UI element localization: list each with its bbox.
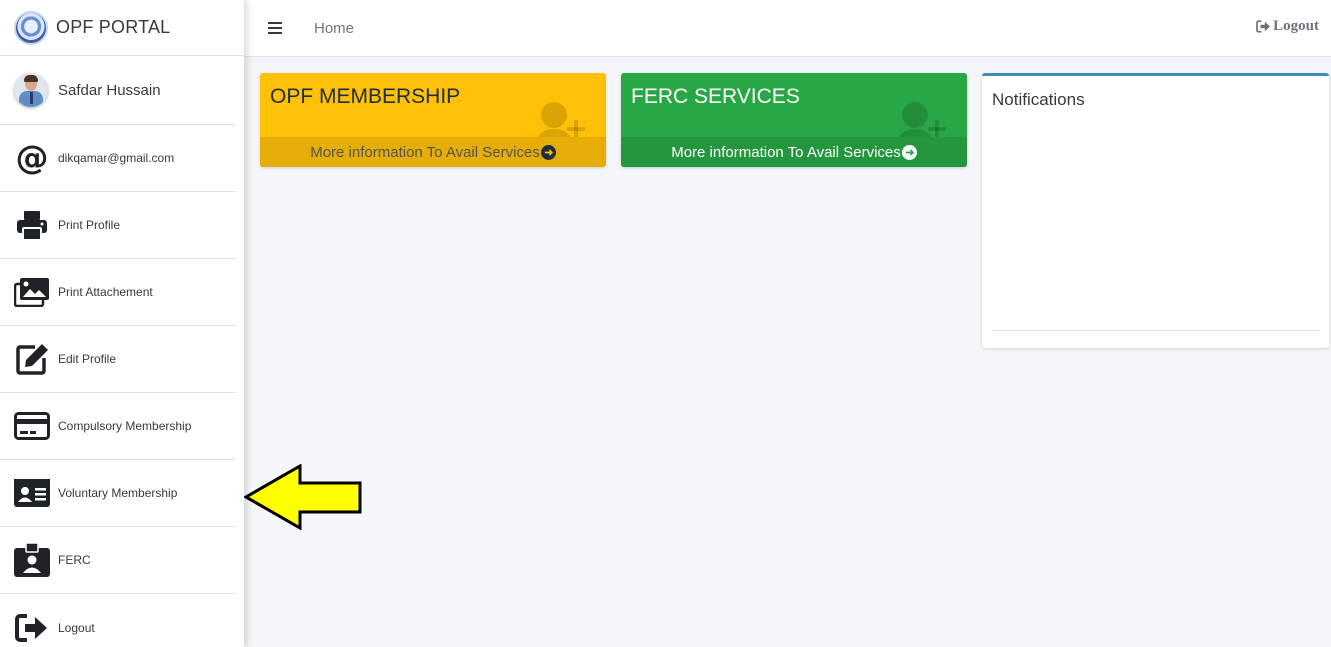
sidebar-item-email[interactable]: @ dikqamar@gmail.com xyxy=(0,125,236,192)
ferc-services-card: FERC SERVICES More information To Avail … xyxy=(621,73,967,167)
annotation-arrow-icon xyxy=(244,464,362,530)
opf-logo-icon xyxy=(14,10,48,45)
brand-title: OPF PORTAL xyxy=(56,17,171,37)
sidebar-item-print-attachement[interactable]: Print Attachement xyxy=(0,259,236,326)
divider xyxy=(992,330,1319,331)
home-link[interactable]: Home xyxy=(314,20,354,37)
notifications-title: Notifications xyxy=(992,90,1085,109)
opf-membership-card: OPF MEMBERSHIP More information To Avail… xyxy=(260,73,606,167)
edit-icon xyxy=(14,341,50,377)
logout-label: Logout xyxy=(1273,18,1319,34)
sidebar-item-label: FERC xyxy=(58,553,91,567)
user-panel[interactable]: Safdar Hussain xyxy=(0,56,236,125)
sidebar-item-print-profile[interactable]: Print Profile xyxy=(0,192,236,259)
card-footer-label: More information To Avail Services xyxy=(310,143,540,161)
svg-text:@: @ xyxy=(16,141,49,175)
sign-out-icon xyxy=(14,610,50,646)
notifications-panel: Notifications xyxy=(982,73,1329,348)
sidebar-item-logout[interactable]: Logout xyxy=(0,594,236,647)
sidebar-item-voluntary-membership[interactable]: Voluntary Membership xyxy=(0,460,236,527)
card-title: FERC SERVICES xyxy=(631,85,800,108)
id-card-icon xyxy=(14,475,50,511)
arrow-circle-right-icon xyxy=(901,144,917,160)
avatar xyxy=(14,73,48,107)
sidebar-item-label: Logout xyxy=(58,620,95,635)
brand[interactable]: OPF PORTAL xyxy=(0,0,244,56)
sidebar-item-email-label: dikqamar@gmail.com xyxy=(58,151,175,165)
sidebar-item-edit-profile[interactable]: Edit Profile xyxy=(0,326,236,393)
sidebar-item-ferc[interactable]: FERC xyxy=(0,527,236,594)
arrow-circle-right-icon xyxy=(540,144,556,160)
user-name: Safdar Hussain xyxy=(58,81,161,99)
sidebar-item-label: Compulsory Membership xyxy=(58,419,192,433)
sidebar-item-compulsory-membership[interactable]: Compulsory Membership xyxy=(0,393,236,460)
topbar: Home Logout xyxy=(244,0,1331,57)
menu-toggle-icon[interactable] xyxy=(268,22,282,34)
sidebar-item-label: Print Attachement xyxy=(58,285,153,299)
sidebar-item-label: Edit Profile xyxy=(58,352,117,366)
credit-card-icon xyxy=(14,408,50,444)
sidebar: OPF PORTAL Safdar Hussain @ dikqamar@gma… xyxy=(0,0,244,647)
print-icon xyxy=(14,207,50,243)
card-title: OPF MEMBERSHIP xyxy=(270,85,461,108)
at-icon: @ xyxy=(14,140,50,176)
ferc-services-more-info-link[interactable]: More information To Avail Services xyxy=(621,137,967,167)
sidebar-item-label: Print Profile xyxy=(58,218,121,232)
images-icon xyxy=(14,274,50,310)
sign-out-icon xyxy=(1256,20,1271,33)
logout-link[interactable]: Logout xyxy=(1256,18,1319,35)
sidebar-item-label: Voluntary Membership xyxy=(58,486,178,500)
id-badge-icon xyxy=(14,542,50,578)
card-footer-label: More information To Avail Services xyxy=(671,143,901,161)
opf-membership-more-info-link[interactable]: More information To Avail Services xyxy=(260,137,606,167)
